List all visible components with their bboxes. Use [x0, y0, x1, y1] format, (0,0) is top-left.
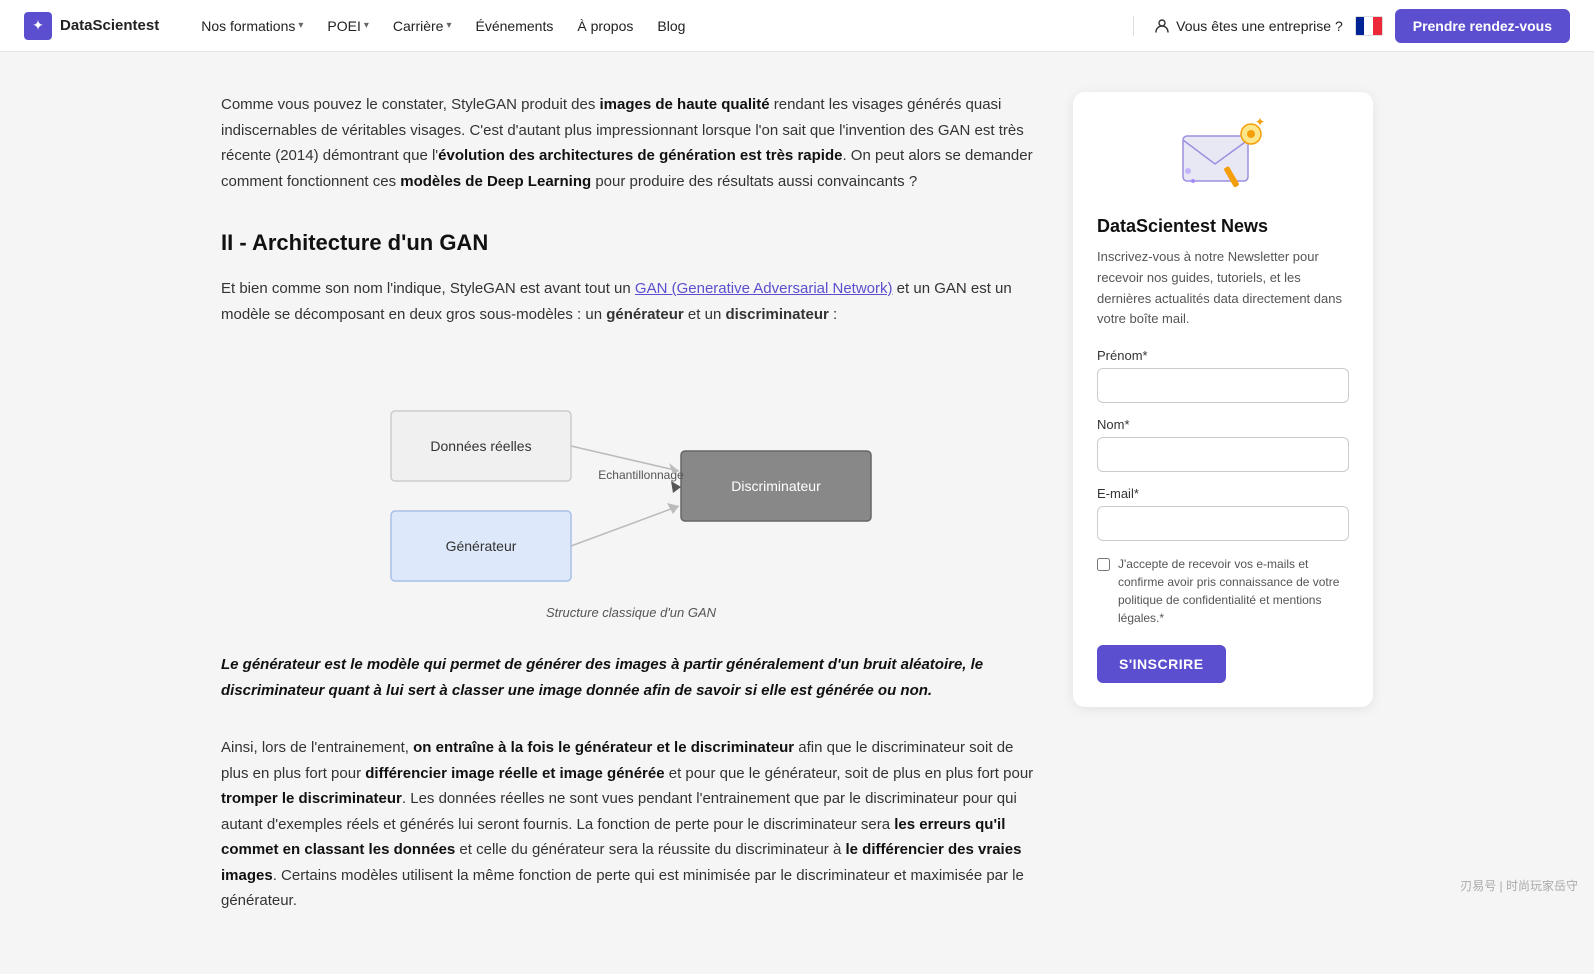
- chevron-down-icon: ▾: [364, 20, 369, 31]
- newsletter-form: Prénom* Nom* E-mail* J'accepte de recevo…: [1097, 348, 1349, 683]
- nav-poei[interactable]: POEI ▾: [317, 12, 379, 40]
- main-content: Comme vous pouvez le constater, StyleGAN…: [221, 92, 1041, 914]
- diagram-container: Données réelles Générateur Discriminateu…: [221, 351, 1041, 620]
- diagram-caption: Structure classique d'un GAN: [221, 605, 1041, 620]
- intro-paragraph: Comme vous pouvez le constater, StyleGAN…: [221, 92, 1041, 194]
- logo-icon: ✦: [24, 12, 52, 40]
- newsletter-desc: Inscrivez-vous à notre Newsletter pour r…: [1097, 247, 1349, 330]
- gan-link[interactable]: GAN (Generative Adversarial Network): [635, 280, 893, 297]
- svg-text:✦: ✦: [1255, 116, 1265, 129]
- prenom-label: Prénom*: [1097, 348, 1349, 363]
- enterprise-link[interactable]: Vous êtes une entreprise ?: [1154, 18, 1343, 34]
- nav-carriere[interactable]: Carrière ▾: [383, 12, 462, 40]
- svg-text:Discriminateur: Discriminateur: [731, 478, 821, 494]
- checkbox-label: J'accepte de recevoir vos e-mails et con…: [1118, 555, 1349, 627]
- page-wrapper: Comme vous pouvez le constater, StyleGAN…: [197, 52, 1397, 974]
- svg-text:Générateur: Générateur: [446, 538, 517, 554]
- nav-apropos[interactable]: À propos: [567, 12, 643, 40]
- nom-group: Nom*: [1097, 417, 1349, 472]
- logo[interactable]: ✦ DataScientest: [24, 12, 159, 40]
- prenom-group: Prénom*: [1097, 348, 1349, 403]
- nav-links: Nos formations ▾ POEI ▾ Carrière ▾ Événe…: [191, 12, 1125, 40]
- email-label: E-mail*: [1097, 486, 1349, 501]
- logo-text: DataScientest: [60, 17, 159, 34]
- cta-button[interactable]: Prendre rendez-vous: [1395, 9, 1570, 43]
- language-flag[interactable]: [1355, 16, 1383, 36]
- prenom-input[interactable]: [1097, 368, 1349, 403]
- watermark: 刃易号 | 时尚玩家岳守: [1460, 877, 1578, 894]
- newsletter-title: DataScientest News: [1097, 216, 1349, 237]
- nav-nos-formations[interactable]: Nos formations ▾: [191, 12, 313, 40]
- enterprise-icon: [1154, 18, 1170, 34]
- svg-text:Données réelles: Données réelles: [430, 438, 531, 454]
- chevron-down-icon: ▾: [298, 20, 303, 31]
- newsletter-illustration: ✦: [1097, 116, 1349, 200]
- subscribe-button[interactable]: S'INSCRIRE: [1097, 645, 1226, 683]
- svg-text:Echantillonnage: Echantillonnage: [598, 468, 684, 482]
- newsletter-card: ✦ DataScientest News Inscrivez-vous à no…: [1073, 92, 1373, 707]
- checkbox-row: J'accepte de recevoir vos e-mails et con…: [1097, 555, 1349, 627]
- blockquote-text: Le générateur est le modèle qui permet d…: [221, 652, 1041, 703]
- consent-checkbox[interactable]: [1097, 558, 1110, 571]
- section-intro: Et bien comme son nom l'indique, StyleGA…: [221, 276, 1041, 327]
- bottom-paragraph: Ainsi, lors de l'entrainement, on entraî…: [221, 735, 1041, 914]
- section-heading: II - Architecture d'un GAN: [221, 230, 1041, 256]
- nom-label: Nom*: [1097, 417, 1349, 432]
- email-input[interactable]: [1097, 506, 1349, 541]
- sidebar: ✦ DataScientest News Inscrivez-vous à no…: [1073, 92, 1373, 914]
- nom-input[interactable]: [1097, 437, 1349, 472]
- navbar-right: Vous êtes une entreprise ? Prendre rende…: [1125, 9, 1570, 43]
- navbar: ✦ DataScientest Nos formations ▾ POEI ▾ …: [0, 0, 1594, 52]
- nav-divider: [1133, 16, 1134, 36]
- chevron-down-icon: ▾: [446, 20, 451, 31]
- gan-diagram: Données réelles Générateur Discriminateu…: [371, 351, 891, 591]
- email-group: E-mail*: [1097, 486, 1349, 541]
- nav-evenements[interactable]: Événements: [466, 12, 564, 40]
- nav-blog[interactable]: Blog: [647, 12, 695, 40]
